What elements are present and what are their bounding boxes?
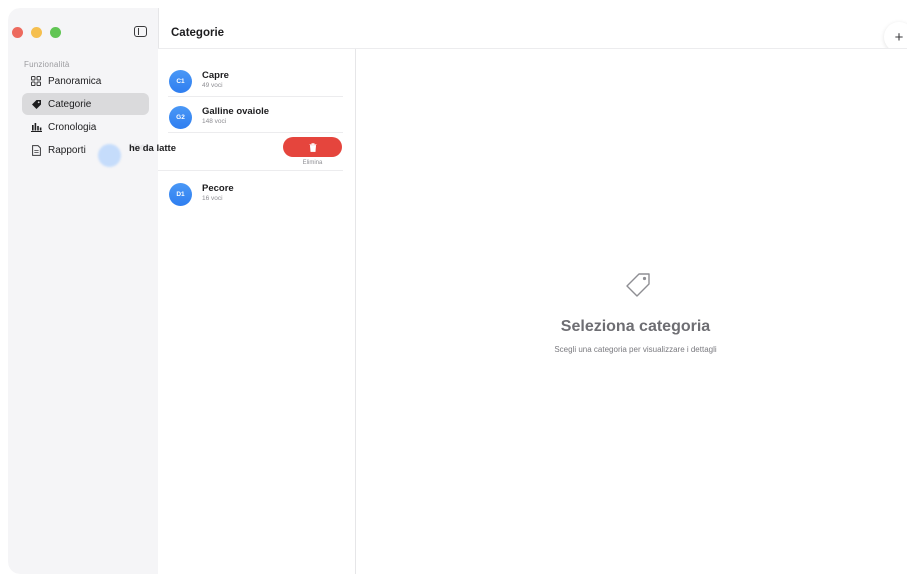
category-title: Galline ovaiole: [202, 106, 270, 117]
category-count: 49 voci: [202, 82, 223, 89]
sidebar-item-label: Rapporti: [48, 144, 86, 156]
close-window-button[interactable]: [12, 27, 23, 38]
empty-state-subtitle: Scegli una categoria per visualizzare i …: [554, 345, 717, 354]
category-title: he da latte: [129, 143, 176, 154]
category-title: Pecore: [202, 183, 234, 194]
category-badge: [98, 144, 121, 167]
category-badge: G2: [169, 106, 192, 129]
sidebar: Funzionalità Panoramica Categorie Cronol…: [8, 8, 159, 574]
trash-icon: [309, 142, 316, 152]
document-icon: [30, 144, 42, 156]
sidebar-item-panoramica[interactable]: Panoramica: [22, 70, 149, 92]
minimize-window-button[interactable]: [31, 27, 42, 38]
category-count: 148 voci: [202, 118, 227, 125]
category-badge: C1: [169, 70, 192, 93]
category-list: C1 Capre 49 voci G2 Galline ovaiole 148 …: [98, 49, 356, 574]
plus-icon: +: [894, 28, 904, 46]
sidebar-item-label: Categorie: [48, 98, 92, 110]
list-item[interactable]: C1 Capre 49 voci: [158, 61, 355, 97]
page-title: Categorie: [171, 27, 225, 39]
sidebar-item-label: Panoramica: [48, 75, 102, 87]
sidebar-item-cronologia[interactable]: Cronologia: [22, 116, 149, 138]
chart-icon: [30, 121, 42, 133]
app-window: Funzionalità Panoramica Categorie Cronol…: [8, 8, 907, 574]
sidebar-section-title: Funzionalità: [24, 60, 70, 69]
category-title: Capre: [202, 70, 229, 81]
sidebar-item-categorie[interactable]: Categorie: [22, 93, 149, 115]
zoom-window-button[interactable]: [50, 27, 61, 38]
list-item[interactable]: D1 Pecore 16 voci: [158, 174, 355, 210]
tag-icon: [30, 98, 42, 110]
grid-icon: [30, 75, 42, 87]
row-divider: [158, 170, 343, 171]
detail-pane: Seleziona categoria Scegli una categoria…: [356, 49, 907, 574]
delete-label: Elimina: [302, 160, 323, 166]
category-badge: D1: [169, 183, 192, 206]
category-count: 16 voci: [202, 195, 223, 202]
toggle-sidebar-icon[interactable]: [134, 26, 147, 37]
list-item[interactable]: G2 Galline ovaiole 148 voci: [158, 97, 355, 133]
swiped-list-item[interactable]: Vacc he da latte Elimina: [98, 133, 355, 171]
sidebar-item-label: Cronologia: [48, 121, 97, 133]
empty-state-title: Seleziona categoria: [560, 318, 711, 335]
delete-button[interactable]: [283, 137, 342, 157]
window-controls: [12, 27, 61, 38]
tag-icon: [624, 269, 654, 304]
